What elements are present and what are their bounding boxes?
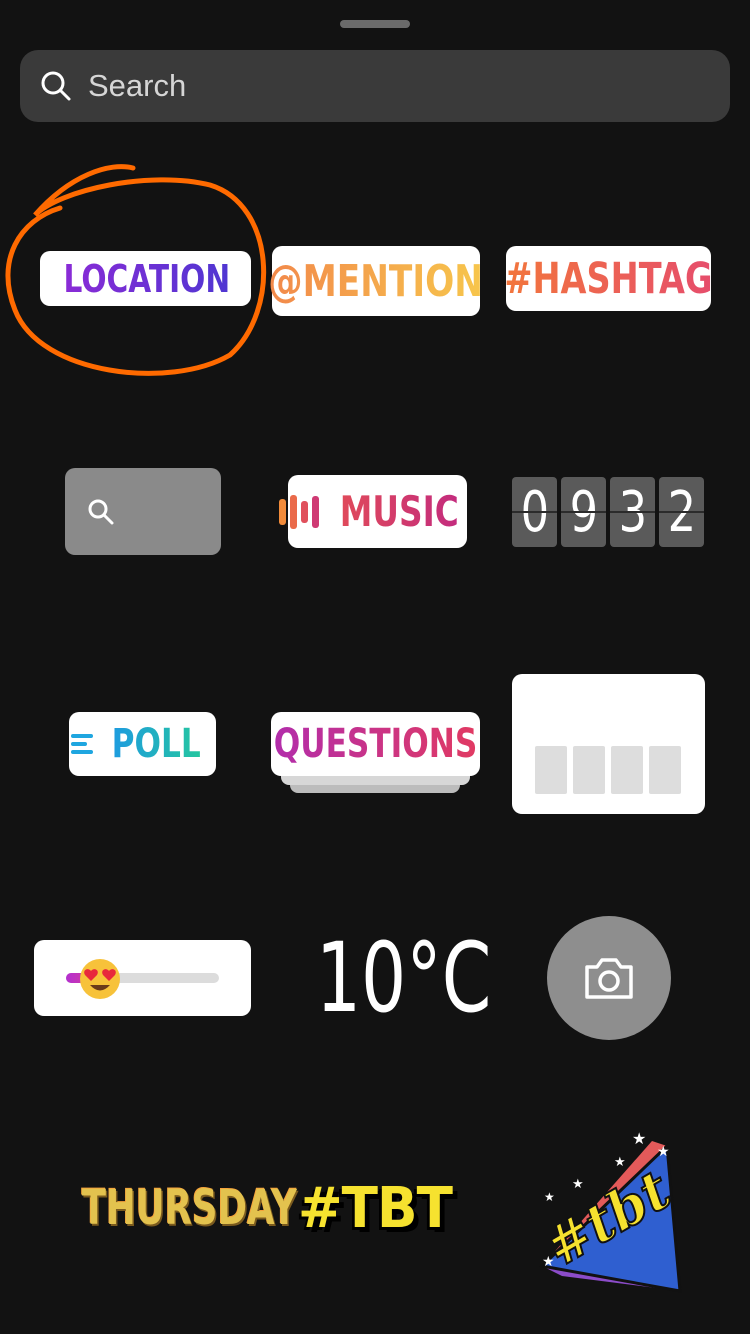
clock-digit: 3 [610, 477, 655, 547]
countdown-sticker[interactable]: COUNTDOWN [512, 674, 705, 814]
emoji-slider-sticker[interactable] [34, 940, 251, 1016]
search-icon [41, 71, 71, 101]
time-sticker[interactable]: 0 9 3 2 [512, 477, 704, 547]
tbt-sticker[interactable]: #TBT [288, 1176, 463, 1242]
music-sticker[interactable]: MUSIC [279, 475, 467, 548]
poll-lines-icon [71, 734, 94, 754]
star-icon: ★ [632, 1131, 646, 1148]
countdown-boxes [535, 746, 681, 794]
questions-label: QUESTIONS [273, 721, 478, 767]
camera-sticker[interactable] [547, 916, 671, 1040]
poll-sticker[interactable]: POLL [69, 712, 216, 776]
temperature-label: 10°C [315, 922, 492, 1034]
gif-search-sticker[interactable] [65, 468, 221, 555]
star-icon: ★ [544, 1190, 555, 1204]
star-icon: ★ [542, 1253, 555, 1269]
music-bars-icon [279, 494, 320, 529]
countdown-label: COUNTDOWN [534, 694, 696, 729]
mention-label: @MENTION [268, 255, 484, 307]
day-sticker[interactable]: THURSDAY [44, 1180, 297, 1242]
poll-label: POLL [111, 721, 202, 767]
day-label: THURSDAY [81, 1180, 297, 1236]
location-label: LOCATION [63, 256, 230, 301]
tbt-label: #TBT [298, 1176, 454, 1241]
tbt-burst-sticker[interactable]: #tbt ★ ★ ★ ★ ★ ★ [532, 1126, 692, 1296]
star-icon: ★ [657, 1143, 670, 1159]
location-sticker[interactable]: LOCATION [40, 251, 251, 306]
camera-icon [585, 958, 633, 999]
drag-handle[interactable] [340, 20, 410, 28]
heart-eyes-emoji-icon [80, 959, 120, 999]
clock-digit: 9 [561, 477, 606, 547]
search-placeholder: Search [88, 68, 187, 103]
hashtag-label: #HASHTAG [504, 253, 713, 304]
temperature-sticker[interactable]: 10°C [285, 928, 492, 1028]
search-bar[interactable]: Search [20, 50, 730, 122]
hashtag-sticker[interactable]: #HASHTAG [504, 246, 713, 311]
search-icon [88, 499, 114, 525]
music-label: MUSIC [339, 487, 460, 536]
questions-sticker[interactable]: QUESTIONS [271, 712, 480, 776]
star-icon: ★ [614, 1154, 626, 1169]
star-icon: ★ [572, 1176, 584, 1191]
clock-digit: 0 [512, 477, 557, 547]
mention-sticker[interactable]: @MENTION [269, 246, 483, 316]
clock-digit: 2 [659, 477, 704, 547]
